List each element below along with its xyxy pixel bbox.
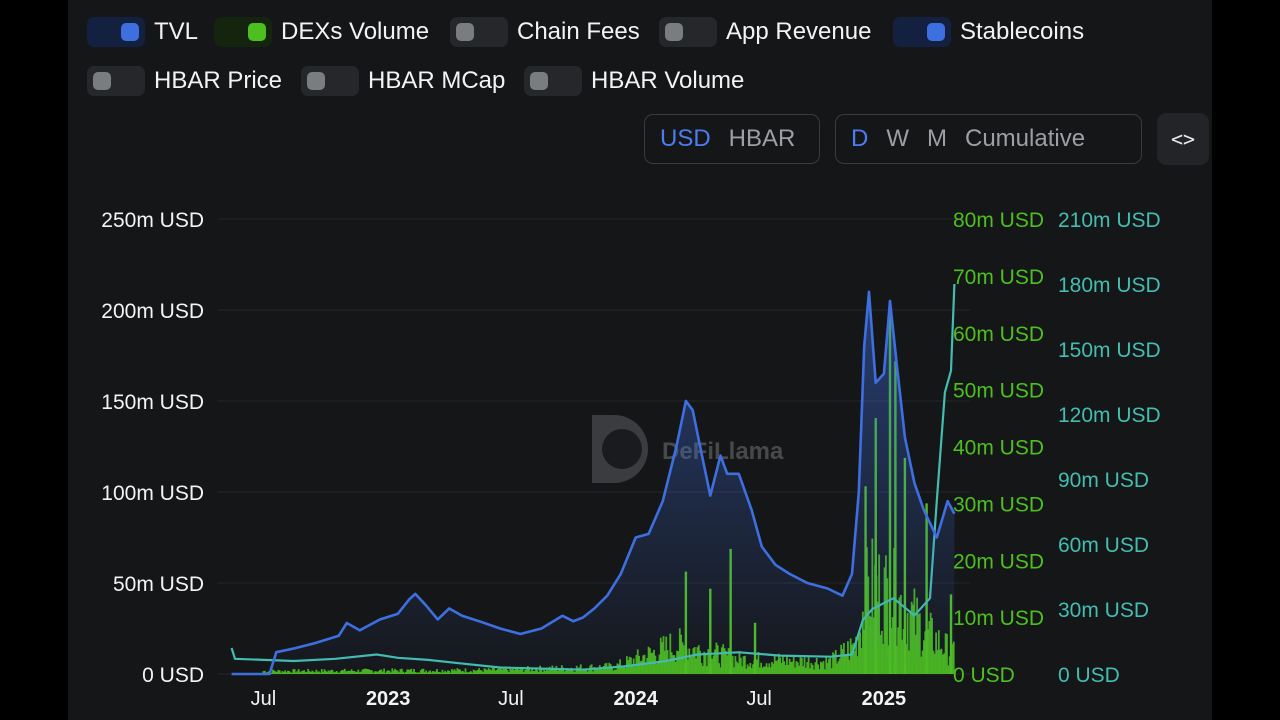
y-axis-left: 0 USD 50m USD 100m USD 150m USD 200m USD 250m… [101, 209, 204, 687]
y-tick-label-dexs: 80m USD [953, 209, 1044, 232]
x-tick-label: Jul [251, 688, 277, 710]
y-tick-label-stablecoins: 210m USD [1058, 209, 1161, 232]
x-axis: Jul 2023 Jul 2024 Jul 2025 [251, 688, 906, 710]
y-tick-label-left: 250m USD [101, 209, 204, 232]
y-tick-label-dexs: 70m USD [953, 266, 1044, 289]
y-tick-label-stablecoins: 150m USD [1058, 339, 1161, 362]
y-tick-label-stablecoins: 60m USD [1058, 534, 1149, 557]
y-tick-label-stablecoins: 90m USD [1058, 469, 1149, 492]
y-tick-label-left: 100m USD [101, 482, 204, 505]
x-tick-label: Jul [498, 688, 524, 710]
x-tick-label: Jul [746, 688, 772, 710]
y-tick-label-dexs: 40m USD [953, 437, 1044, 460]
y-axis-dexs-volume: 0 USD 10m USD 20m USD 30m USD 40m USD 50m USD… [953, 209, 1044, 687]
y-tick-label-left: 50m USD [113, 573, 204, 596]
y-tick-label-dexs: 20m USD [953, 550, 1044, 573]
y-tick-label-dexs: 60m USD [953, 323, 1044, 346]
y-tick-label-stablecoins: 0 USD [1058, 664, 1120, 687]
y-tick-label-stablecoins: 180m USD [1058, 274, 1161, 297]
y-tick-label-dexs: 30m USD [953, 493, 1044, 516]
y-tick-label-dexs: 10m USD [953, 607, 1044, 630]
chart-canvas: DeFiLlama 0 USD50m USD100m USD150m USD20… [101, 209, 1161, 710]
y-tick-label-dexs: 0 USD [953, 664, 1015, 687]
y-tick-label-left: 200m USD [101, 300, 204, 323]
y-tick-label-left: 0 USD [142, 664, 204, 687]
y-tick-label-stablecoins: 120m USD [1058, 404, 1161, 427]
y-tick-label-stablecoins: 30m USD [1058, 599, 1149, 622]
y-axis-stablecoins: 0 USD 30m USD 60m USD 90m USD 120m USD 150m U… [1058, 209, 1161, 687]
llama-logo-face-icon [602, 429, 642, 469]
x-tick-label: 2025 [862, 688, 907, 710]
y-tick-label-dexs: 50m USD [953, 380, 1044, 403]
x-tick-label: 2023 [366, 688, 411, 710]
x-tick-label: 2024 [613, 688, 658, 710]
y-tick-label-left: 150m USD [101, 391, 204, 414]
